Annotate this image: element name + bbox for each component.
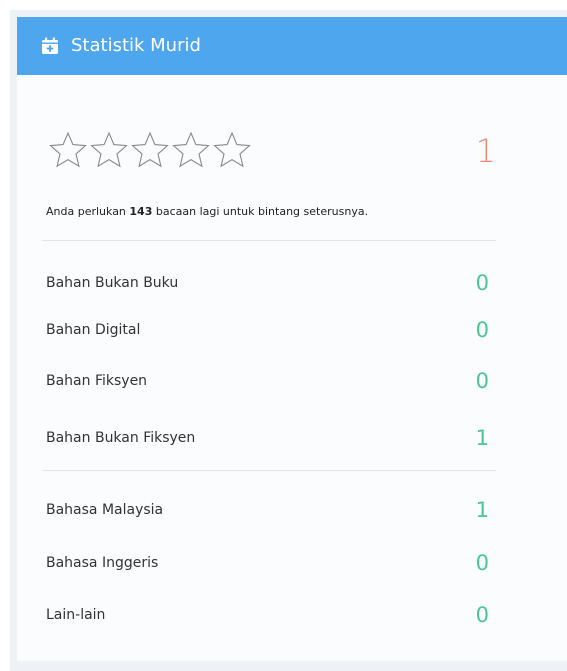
progress-note-prefix: Anda perlukan bbox=[46, 205, 126, 218]
star-icon bbox=[171, 130, 211, 170]
category-label: Bahan Bukan Buku bbox=[46, 275, 179, 291]
readings-needed-count: 143 bbox=[129, 205, 153, 218]
category-row-bahan-fiksyen: Bahan Fiksyen 0 bbox=[46, 364, 496, 398]
category-label: Bahan Digital bbox=[46, 322, 141, 338]
category-label: Bahan Bukan Fiksyen bbox=[46, 430, 196, 446]
star-icon bbox=[89, 130, 129, 170]
star-count: 1 bbox=[475, 132, 496, 170]
calendar-plus-icon bbox=[41, 37, 59, 55]
language-label: Bahasa Malaysia bbox=[46, 502, 164, 518]
star-icon bbox=[48, 130, 88, 170]
category-count: 0 bbox=[475, 271, 489, 295]
category-count: 1 bbox=[475, 426, 489, 450]
language-label: Bahasa Inggeris bbox=[46, 555, 159, 571]
star-rating bbox=[48, 130, 253, 172]
divider bbox=[42, 240, 496, 241]
card-title: Statistik Murid bbox=[71, 35, 201, 56]
category-row-bahan-bukan-fiksyen: Bahan Bukan Fiksyen 1 bbox=[46, 421, 496, 455]
category-row-bahan-bukan-buku: Bahan Bukan Buku 0 bbox=[46, 266, 496, 300]
progress-note-suffix: bacaan lagi untuk bintang seterusnya. bbox=[155, 205, 369, 218]
category-count: 0 bbox=[475, 369, 489, 393]
progress-note: Anda perlukan 143 bacaan lagi untuk bint… bbox=[46, 203, 506, 221]
category-label: Bahan Fiksyen bbox=[46, 373, 148, 389]
language-row-lain-lain: Lain-lain 0 bbox=[46, 598, 496, 632]
language-label: Lain-lain bbox=[46, 607, 106, 623]
category-row-bahan-digital: Bahan Digital 0 bbox=[46, 313, 496, 347]
language-count: 0 bbox=[475, 551, 489, 575]
language-count: 1 bbox=[475, 498, 489, 522]
divider bbox=[42, 470, 496, 471]
language-count: 0 bbox=[475, 603, 489, 627]
language-row-bahasa-malaysia: Bahasa Malaysia 1 bbox=[46, 493, 496, 527]
language-row-bahasa-inggeris: Bahasa Inggeris 0 bbox=[46, 546, 496, 580]
category-count: 0 bbox=[475, 318, 489, 342]
star-icon bbox=[212, 130, 252, 170]
star-icon bbox=[130, 130, 170, 170]
card-header: Statistik Murid bbox=[17, 17, 567, 75]
